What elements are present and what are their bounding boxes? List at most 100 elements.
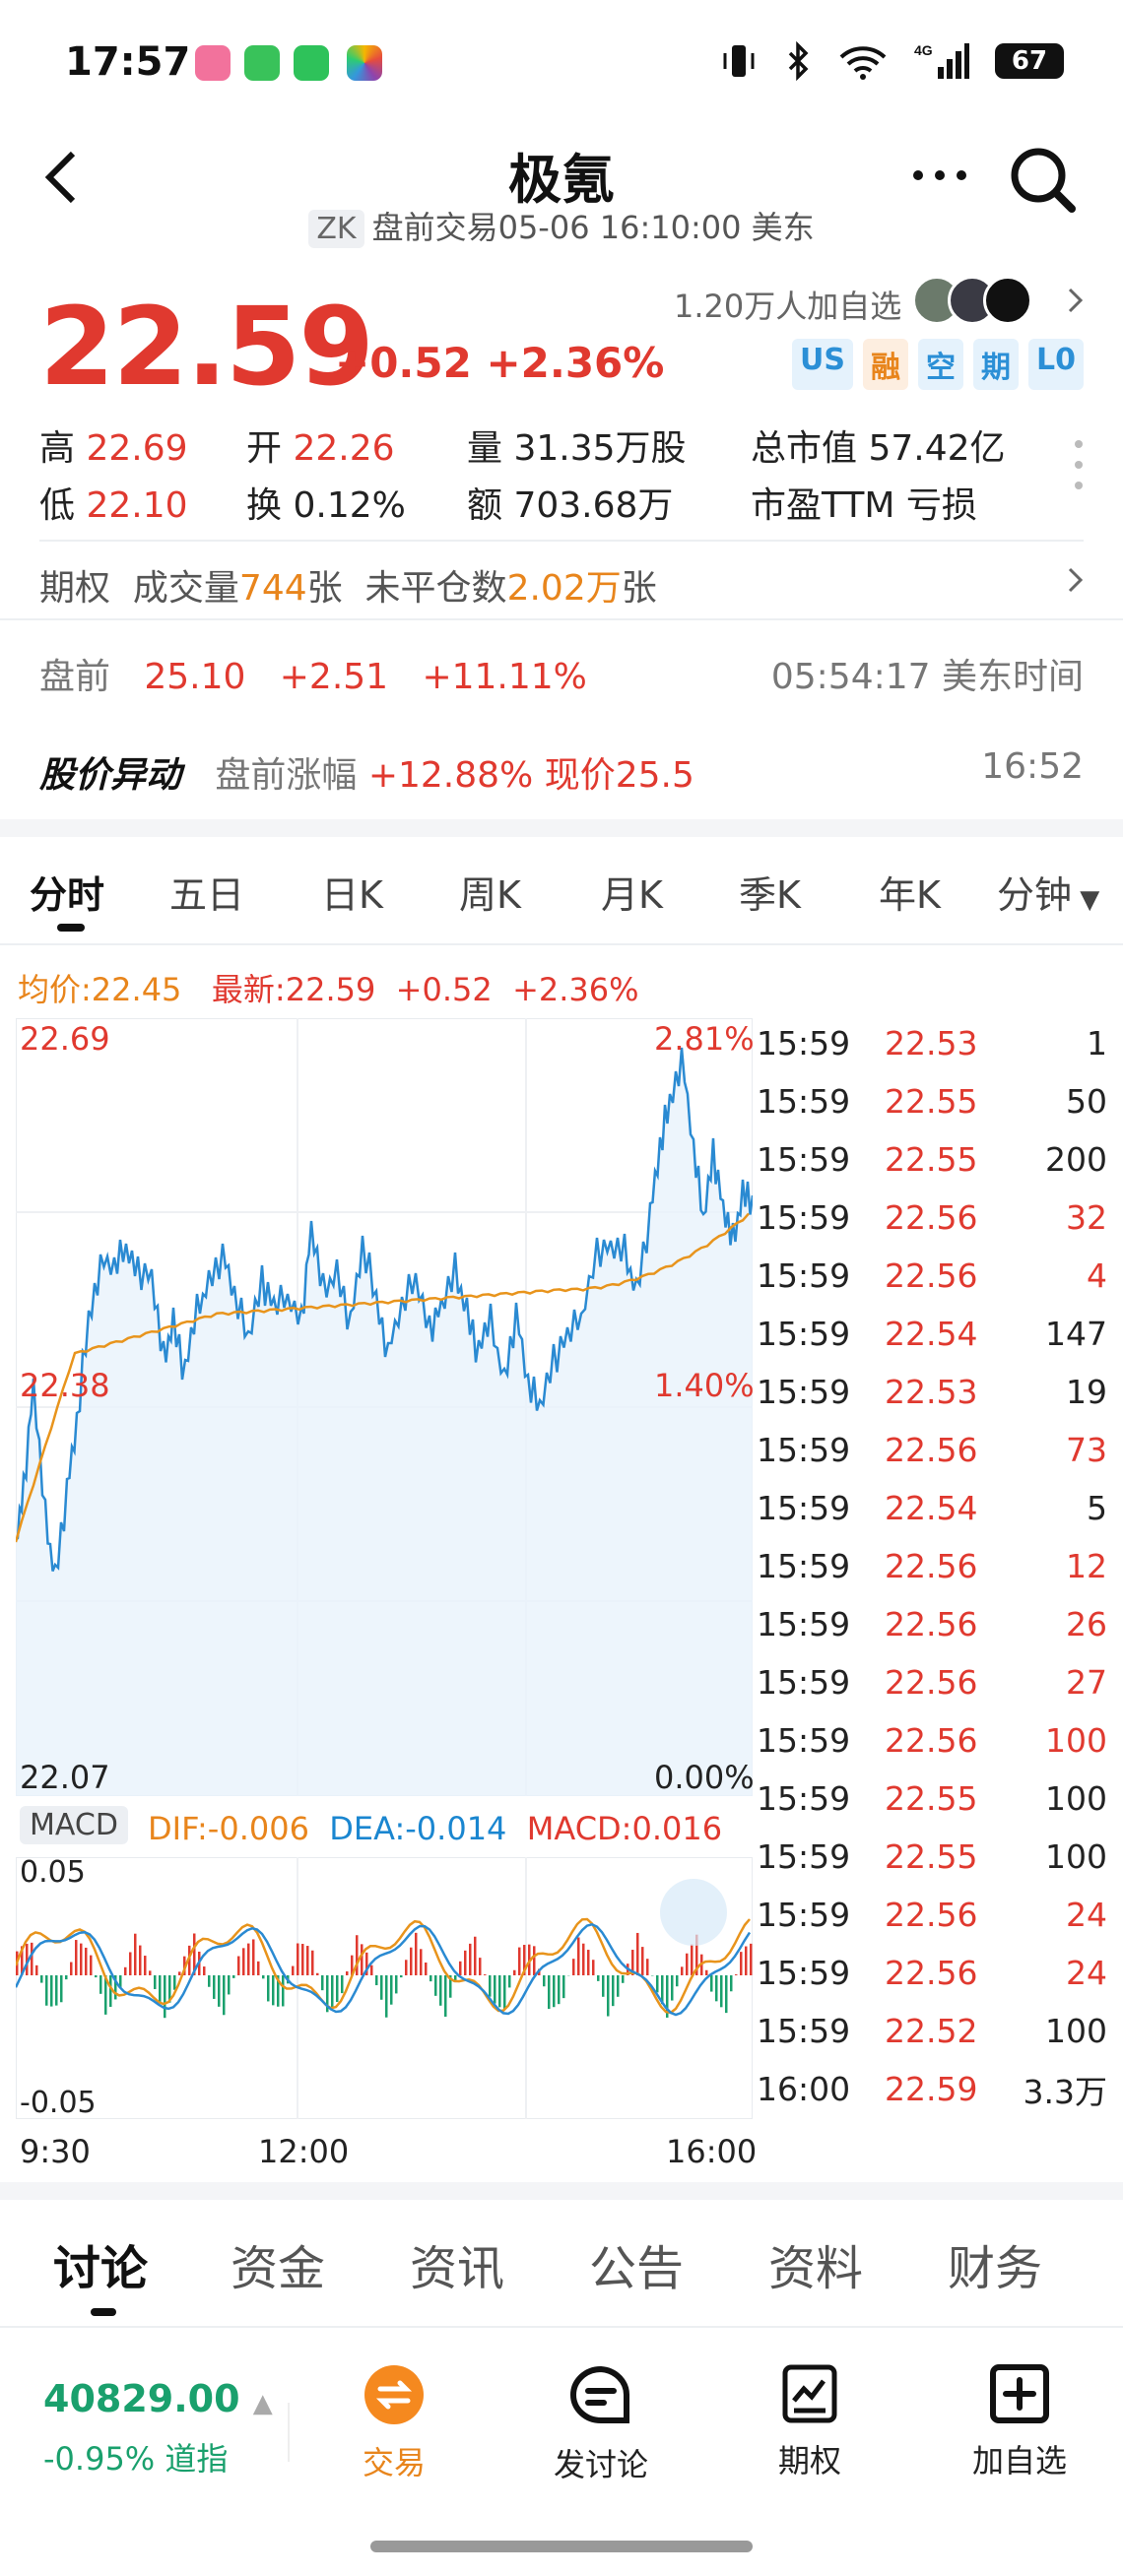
macd-bar: [410, 1947, 413, 1975]
tab-funds[interactable]: 资金: [231, 2229, 325, 2298]
watcher-avatars[interactable]: [912, 276, 1032, 325]
tab-weekly[interactable]: 周K: [459, 865, 521, 919]
trade-price: 22.56: [885, 1896, 978, 1934]
tab-discussion[interactable]: 讨论: [53, 2229, 148, 2298]
stat-label: 高: [39, 428, 76, 469]
alert-current: 现价25.5: [533, 755, 694, 796]
stat-value: 31.35万股: [513, 428, 687, 469]
premarket-row: 盘前 25.10 +2.51 +11.11%: [39, 648, 587, 699]
index-value: 40829.00: [43, 2377, 240, 2420]
intraday-price-chart[interactable]: [16, 1018, 753, 1796]
macd-bar: [474, 1936, 477, 1975]
subtitle-text: 盘前交易05-06 16:10:00 美东: [371, 209, 815, 246]
stat-amount: 额 703.68万: [467, 477, 673, 528]
macd-selector[interactable]: MACD: [20, 1806, 128, 1844]
chevron-right-icon[interactable]: [1066, 286, 1086, 315]
nav-watch-label: 加自选: [971, 2442, 1067, 2479]
trade-time: 15:59: [757, 1489, 851, 1527]
trade-price: 22.56: [885, 1547, 978, 1585]
more-stats-icon[interactable]: [1072, 437, 1086, 492]
trade-row: 15:59 22.56 24: [757, 1886, 1107, 1944]
macd-bar: [45, 1975, 48, 2006]
macd-bar: [498, 1975, 501, 2008]
macd-bar: [203, 1966, 206, 1975]
trade-row: 15:59 22.56 100: [757, 1711, 1107, 1770]
tick-trades-list[interactable]: 15:59 22.53 1 15:59 22.55 50 15:59 22.55 200 15:5…: [757, 1014, 1107, 2118]
chevron-right-icon[interactable]: [1066, 565, 1086, 595]
macd-bar: [543, 1975, 546, 1987]
trade-icon: [364, 2365, 424, 2424]
alert-label: 股价异动: [39, 755, 182, 796]
trade-time: 15:59: [757, 1954, 851, 1992]
stat-value: 22.26: [293, 428, 395, 469]
more-icon[interactable]: [910, 165, 969, 185]
macd-bar: [228, 1975, 231, 1995]
tab-monthly[interactable]: 月K: [601, 865, 663, 919]
tab-intraday[interactable]: 分时: [30, 865, 104, 919]
ticker-tag: ZK: [308, 210, 364, 248]
macd-bar: [90, 1955, 93, 1975]
trade-volume: 32: [1066, 1198, 1107, 1237]
macd-bar: [725, 1975, 728, 2014]
trade-time: 15:59: [757, 1721, 851, 1760]
last-value: 22.59: [285, 971, 376, 1008]
macd-legend: DIF:-0.006 DEA:-0.014 MACD:0.016: [148, 1810, 722, 1847]
trade-volume: 100: [1045, 1721, 1107, 1760]
macd-bar: [346, 1971, 349, 1975]
axis-price-bottom: 22.07: [20, 1759, 110, 1796]
tab-5day[interactable]: 五日: [169, 865, 244, 919]
trade-volume: 147: [1045, 1315, 1107, 1353]
trade-row: 15:59 22.56 12: [757, 1537, 1107, 1595]
macd-bar: [55, 1975, 58, 2006]
wifi-icon: [839, 46, 887, 80]
index-ticker[interactable]: 40829.00 ▲ -0.95% 道指: [43, 2377, 273, 2479]
nav-add-watchlist[interactable]: 加自选: [959, 2363, 1080, 2481]
tab-daily[interactable]: 日K: [321, 865, 383, 919]
nav-trade[interactable]: 交易: [335, 2363, 453, 2483]
trade-volume: 200: [1045, 1140, 1107, 1179]
tab-quarterly[interactable]: 季K: [739, 865, 801, 919]
trade-time: 15:59: [757, 2012, 851, 2050]
price-alert-row[interactable]: 股价异动 盘前涨幅 +12.88% 现价25.5: [39, 746, 694, 798]
tab-news[interactable]: 资讯: [410, 2229, 504, 2298]
stat-value: 57.42亿: [868, 428, 1006, 469]
tab-yearly[interactable]: 年K: [879, 865, 941, 919]
macd-bar: [35, 1964, 38, 1975]
chart-zoom-button[interactable]: [660, 1879, 727, 1946]
macd-bar: [149, 1970, 152, 1975]
page-subtitle: ZK 盘前交易05-06 16:10:00 美东: [0, 203, 1123, 248]
axis-price-mid: 22.38: [20, 1367, 110, 1404]
signal-icon: 4G: [914, 42, 969, 79]
tab-active-indicator: [91, 2308, 116, 2316]
trade-row: 15:59 22.56 73: [757, 1421, 1107, 1479]
index-pct: -0.95%: [43, 2440, 156, 2478]
nav-post[interactable]: 发讨论: [540, 2363, 662, 2485]
stat-label: 量: [467, 428, 503, 469]
stat-high: 高 22.69: [39, 419, 188, 471]
options-row[interactable]: 期权 成交量744张 未平仓数2.02万张: [39, 559, 657, 611]
macd-bar: [434, 1975, 437, 1996]
trade-volume: 27: [1066, 1663, 1107, 1702]
macd-bar: [85, 1947, 88, 1975]
search-icon[interactable]: [1009, 146, 1078, 215]
stat-turnover: 换 0.12%: [246, 477, 406, 528]
macd-chart[interactable]: [16, 1857, 753, 2119]
tab-profile[interactable]: 资料: [768, 2229, 863, 2298]
status-time: 17:57: [65, 39, 191, 85]
trade-volume: 100: [1045, 2012, 1107, 2050]
macd-bar: [218, 1975, 221, 2007]
tab-announcements[interactable]: 公告: [589, 2229, 684, 2298]
stat-label: 换: [246, 485, 283, 526]
premarket-price: 25.10: [144, 657, 246, 697]
tab-minute[interactable]: 分钟 ▼: [997, 865, 1099, 919]
macd-bar: [164, 1975, 166, 2019]
tab-financials[interactable]: 财务: [948, 2229, 1042, 2298]
trade-volume: 50: [1066, 1082, 1107, 1121]
trade-volume: 24: [1066, 1954, 1107, 1992]
nav-options[interactable]: 期权: [751, 2363, 869, 2481]
macd-bar: [656, 1975, 659, 1993]
trade-row: 15:59 22.56 4: [757, 1247, 1107, 1305]
macd-bar: [316, 1972, 319, 1975]
macd-bar: [494, 1975, 496, 2004]
vibrate-icon: [723, 45, 755, 77]
